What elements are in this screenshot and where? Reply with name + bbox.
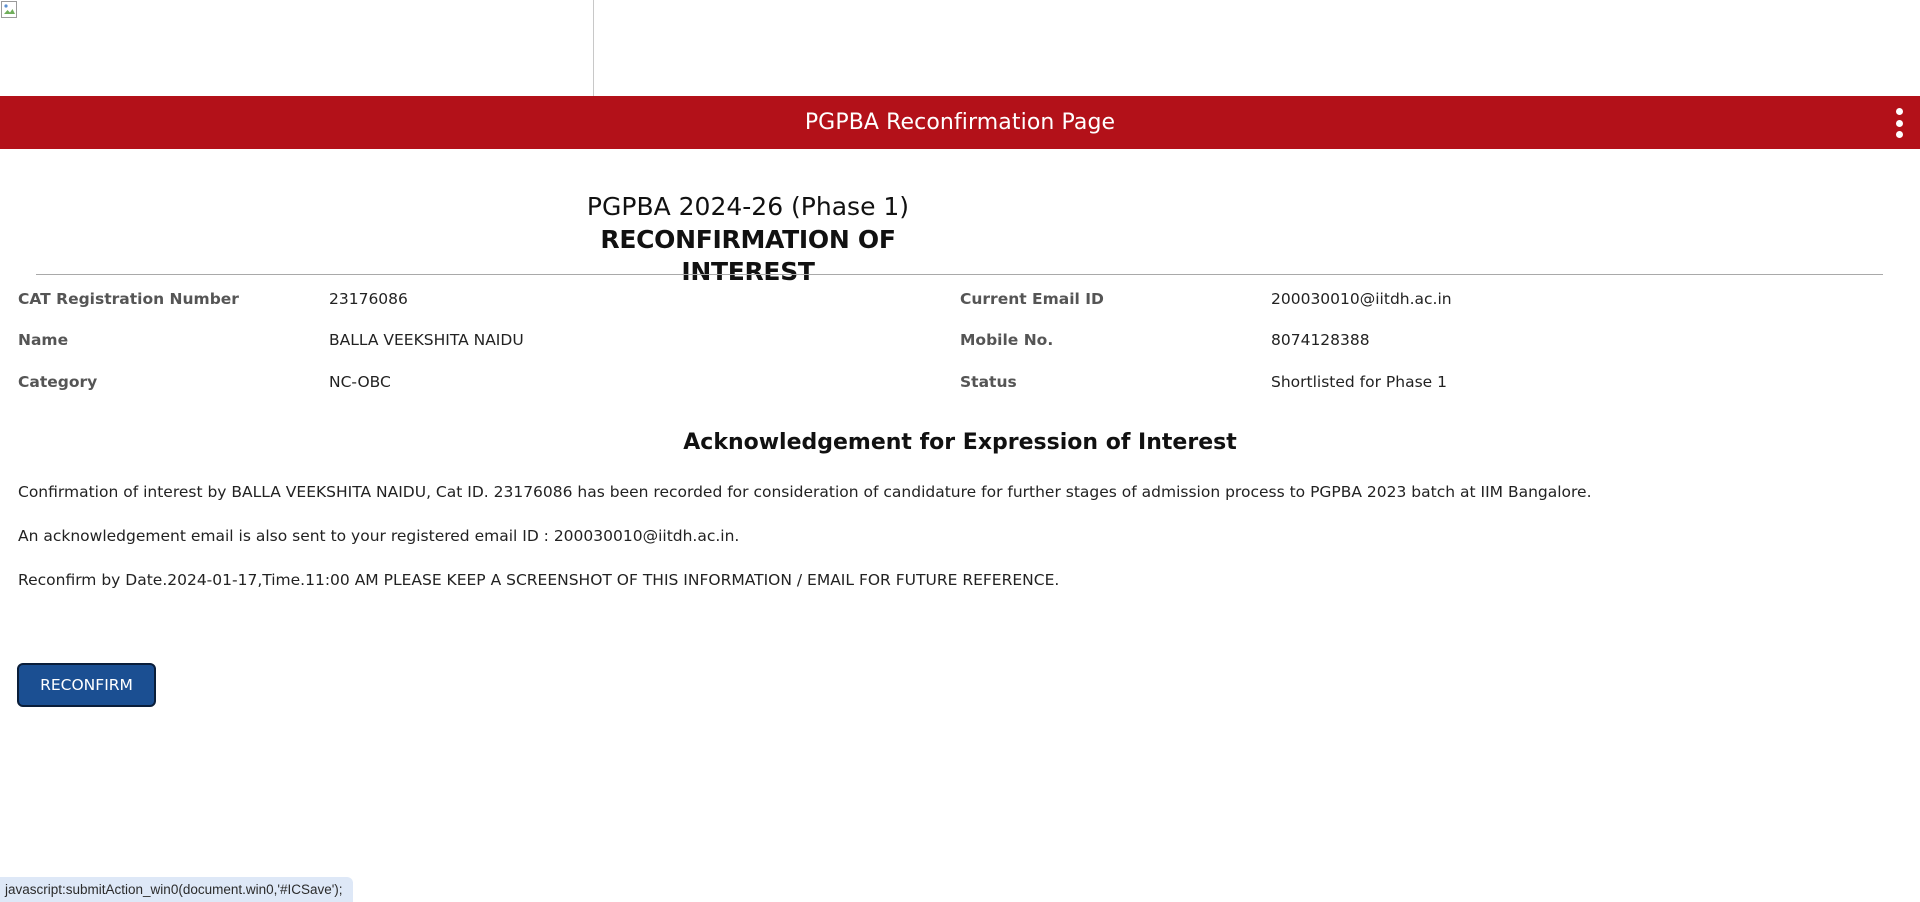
menu-dot bbox=[1895, 119, 1903, 127]
heading-divider bbox=[36, 274, 1883, 275]
program-title: PGPBA 2024-26 (Phase 1) bbox=[586, 192, 910, 221]
page-header-title: PGPBA Reconfirmation Page bbox=[804, 110, 1116, 135]
kebab-menu-icon[interactable] bbox=[1892, 108, 1906, 138]
menu-dot bbox=[1895, 131, 1903, 138]
cat-registration-label: CAT Registration Number bbox=[18, 290, 239, 308]
reconfirmation-title: RECONFIRMATION OF INTEREST bbox=[600, 225, 896, 286]
page-header-bar: PGPBA Reconfirmation Page bbox=[0, 96, 1920, 149]
category-label: Category bbox=[18, 373, 98, 391]
page: PGPBA Reconfirmation Page PGPBA 2024-26 … bbox=[0, 0, 1920, 902]
acknowledgement-title: Acknowledgement for Expression of Intere… bbox=[683, 430, 1237, 455]
cat-registration-value: 23176086 bbox=[329, 290, 408, 308]
reconfirm-button[interactable]: RECONFIRM bbox=[17, 663, 156, 707]
email-acknowledgement-paragraph: An acknowledgement email is also sent to… bbox=[18, 527, 740, 545]
current-email-label: Current Email ID bbox=[960, 290, 1104, 308]
reconfirm-deadline-paragraph: Reconfirm by Date.2024-01-17,Time.11:00 … bbox=[18, 571, 1060, 589]
confirmation-paragraph: Confirmation of interest by BALLA VEEKSH… bbox=[18, 483, 1592, 501]
status-value: Shortlisted for Phase 1 bbox=[1271, 373, 1447, 391]
mobile-label: Mobile No. bbox=[960, 331, 1054, 349]
name-label: Name bbox=[18, 331, 69, 349]
category-value: NC-OBC bbox=[329, 373, 391, 391]
current-email-value: 200030010@iitdh.ac.in bbox=[1271, 290, 1452, 308]
status-label: Status bbox=[960, 373, 1017, 391]
menu-dot bbox=[1895, 108, 1903, 115]
broken-image-icon bbox=[1, 1, 17, 18]
logo-area bbox=[0, 0, 594, 96]
name-value: BALLA VEEKSHITA NAIDU bbox=[329, 331, 524, 349]
browser-status-bar: javascript:submitAction_win0(document.wi… bbox=[0, 877, 353, 902]
mobile-value: 8074128388 bbox=[1271, 331, 1370, 349]
